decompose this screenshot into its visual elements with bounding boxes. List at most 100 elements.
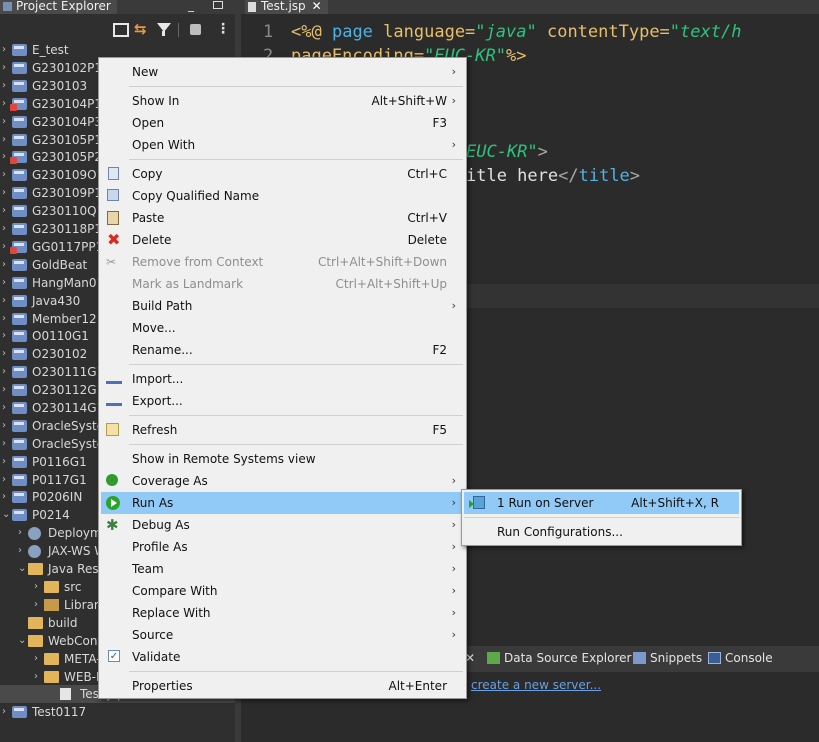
menu-item-properties[interactable]: Properties Alt+Enter [101,675,464,697]
menu-separator [129,415,463,416]
collapsed-chevron-icon[interactable]: › [2,184,12,202]
project-icon [12,491,27,503]
tree-item[interactable]: › Test0117 [0,703,235,721]
menu-item-validate[interactable]: ✓ Validate [101,646,464,668]
menu-item-show-in-remote-systems-view[interactable]: Show in Remote Systems view [101,448,464,470]
collapsed-chevron-icon[interactable]: › [2,399,12,417]
copyq-icon [107,189,119,201]
collapsed-chevron-icon[interactable]: › [2,41,12,59]
project-explorer-icon [3,2,12,11]
link-with-editor-icon[interactable]: ⇆ [134,21,150,37]
collapsed-chevron-icon[interactable]: › [2,488,12,506]
project-error-icon [10,241,27,254]
collapsed-chevron-icon[interactable]: › [2,131,12,149]
project-icon [12,134,27,146]
menu-item-source[interactable]: Source › [101,624,464,646]
menu-item-open[interactable]: Open F3 [101,112,464,134]
data-source-explorer-tab[interactable]: Data Source Explorer [487,651,631,665]
menu-item-delete[interactable]: ✖ Delete Delete [101,229,464,251]
menu-item-copy[interactable]: Copy Ctrl+C [101,163,464,185]
submenu-item-run-configurations[interactable]: Run Configurations... [464,521,739,543]
code-line-1: <%@ page language="java" contentType="te… [291,22,742,42]
menu-item-profile-as[interactable]: Profile As › [101,536,464,558]
expanded-chevron-icon[interactable]: ⌄ [2,506,12,524]
collapsed-chevron-icon[interactable]: › [2,256,12,274]
collapsed-chevron-icon[interactable]: › [18,542,28,560]
menu-item-paste[interactable]: Paste Ctrl+V [101,207,464,229]
collapsed-chevron-icon[interactable]: › [2,453,12,471]
collapse-all-icon[interactable] [112,21,129,37]
menu-item-open-with[interactable]: Open With › [101,134,464,156]
collapsed-chevron-icon[interactable]: › [34,668,44,686]
snippets-tab[interactable]: Snippets [633,651,702,665]
collapsed-chevron-icon[interactable]: › [2,77,12,95]
tree-item-label: G230104P3 [32,115,102,129]
expanded-chevron-icon[interactable]: ⌄ [18,560,28,578]
explorer-tab-bar: Project Explorer _ [0,0,235,14]
collapsed-chevron-icon[interactable]: › [34,596,44,614]
collapsed-chevron-icon[interactable]: › [2,202,12,220]
menu-item-import[interactable]: Import... [101,368,464,390]
folder-icon [44,581,59,593]
collapsed-chevron-icon[interactable]: › [2,363,12,381]
menu-item-export[interactable]: Export... [101,390,464,412]
collapsed-chevron-icon[interactable]: › [2,345,12,363]
menu-item-coverage-as[interactable]: Coverage As › [101,470,464,492]
folder-icon [44,671,59,683]
create-new-server-link[interactable]: create a new server... [471,678,601,692]
menu-item-build-path[interactable]: Build Path › [101,295,464,317]
collapsed-chevron-icon[interactable]: › [2,220,12,238]
tree-item-label: GG0117PP1 [32,240,104,254]
menu-item-compare-with[interactable]: Compare With › [101,580,464,602]
menu-item-move[interactable]: Move... [101,317,464,339]
menu-item-label: Refresh [132,423,178,437]
focus-on-task-icon[interactable] [188,21,204,37]
menu-item-rename[interactable]: Rename... F2 [101,339,464,361]
menu-item-copy-qualified-name[interactable]: Copy Qualified Name [101,185,464,207]
expanded-chevron-icon[interactable]: ⌄ [18,632,28,650]
collapsed-chevron-icon[interactable]: › [2,166,12,184]
menu-item-replace-with[interactable]: Replace With › [101,602,464,624]
menu-item-refresh[interactable]: Refresh F5 [101,419,464,441]
collapsed-chevron-icon[interactable]: › [2,417,12,435]
project-explorer-tab[interactable]: Project Explorer [0,0,117,14]
filter-icon[interactable] [156,21,172,37]
menu-item-debug-as[interactable]: ✱ Debug As › [101,514,464,536]
project-icon [12,313,27,325]
collapsed-chevron-icon[interactable]: › [2,274,12,292]
submenu-arrow-icon: › [451,628,456,641]
collapsed-chevron-icon[interactable]: › [2,381,12,399]
submenu-arrow-icon: › [451,138,456,151]
menu-item-team[interactable]: Team › [101,558,464,580]
maximize-view-icon[interactable] [213,1,223,9]
collapsed-chevron-icon[interactable]: › [2,435,12,453]
project-icon [12,223,27,235]
console-tab[interactable]: Console [708,651,773,665]
menu-item-shortcut: F3 [432,116,447,130]
menu-item-run-as[interactable]: Run As › [101,492,464,514]
collapsed-chevron-icon[interactable]: › [34,578,44,596]
project-icon [12,706,27,718]
submenu-item-1-run-on-server[interactable]: 1 Run on Server Alt+Shift+X, R [464,492,739,514]
minimize-view-icon[interactable]: _ [188,0,194,11]
collapsed-chevron-icon[interactable]: › [2,327,12,345]
collapsed-chevron-icon[interactable]: › [2,59,12,77]
collapsed-chevron-icon[interactable]: › [2,703,12,721]
project-explorer-title: Project Explorer [16,0,111,13]
project-icon [12,330,27,342]
collapsed-chevron-icon[interactable]: › [18,524,28,542]
menu-item-new[interactable]: New › [101,61,464,83]
collapsed-chevron-icon[interactable]: › [34,650,44,668]
menu-item-show-in[interactable]: Show In Alt+Shift+W › [101,90,464,112]
collapsed-chevron-icon[interactable]: › [2,113,12,131]
view-menu-icon[interactable]: ⋮ [216,21,232,37]
collapsed-chevron-icon[interactable]: › [2,471,12,489]
collapsed-chevron-icon[interactable]: › [2,292,12,310]
project-icon [12,187,27,199]
gear-icon [28,527,41,540]
close-tab-icon[interactable]: ✕ [312,0,322,13]
editor-tab-test-jsp[interactable]: Test.jsp ✕ [245,0,328,14]
menu-item-shortcut: Ctrl+Alt+Shift+Up [335,277,447,291]
menu-item-label: Profile As [132,540,188,554]
collapsed-chevron-icon[interactable]: › [2,310,12,328]
